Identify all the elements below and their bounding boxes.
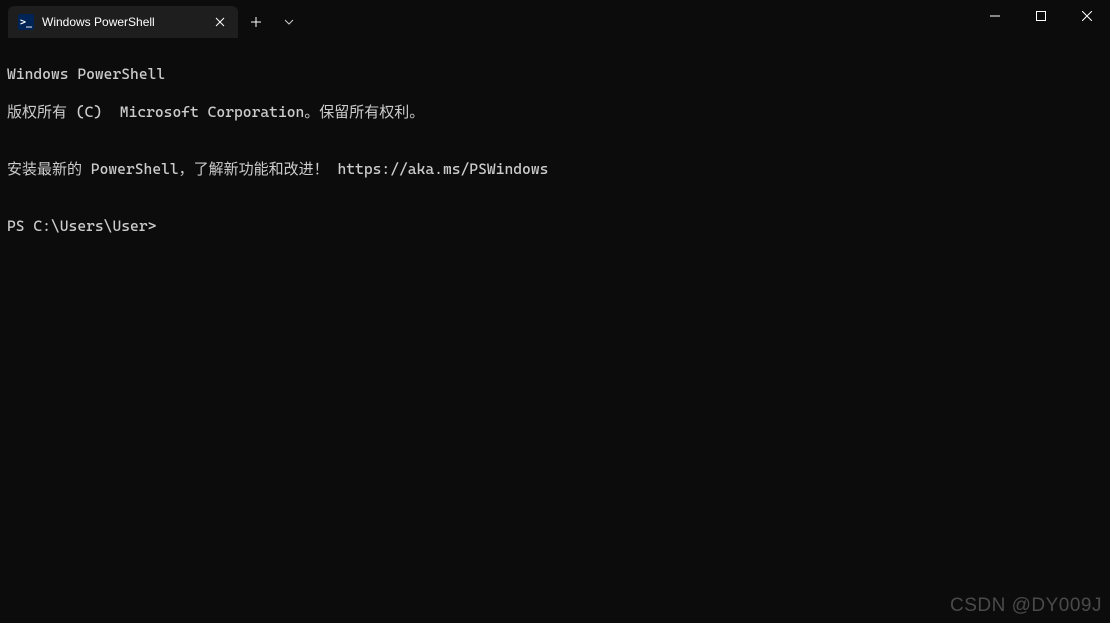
- tab-title: Windows PowerShell: [42, 15, 204, 29]
- new-tab-button[interactable]: [238, 6, 274, 38]
- minimize-button[interactable]: [972, 0, 1018, 32]
- powershell-icon: >_: [18, 14, 34, 30]
- terminal-line: 版权所有 (C) Microsoft Corporation。保留所有权利。: [7, 103, 1103, 122]
- maximize-button[interactable]: [1018, 0, 1064, 32]
- window-close-button[interactable]: [1064, 0, 1110, 32]
- close-icon: [1082, 11, 1092, 21]
- tab-close-button[interactable]: [212, 14, 228, 30]
- terminal-prompt: PS C:\Users\User>: [7, 217, 156, 235]
- maximize-icon: [1036, 11, 1046, 21]
- terminal-line: Windows PowerShell: [7, 65, 1103, 84]
- window-controls: [972, 0, 1110, 32]
- tabs-area: >_ Windows PowerShell: [0, 0, 304, 38]
- terminal-body[interactable]: Windows PowerShell 版权所有 (C) Microsoft Co…: [0, 38, 1110, 263]
- chevron-down-icon: [284, 19, 294, 25]
- tab-powershell[interactable]: >_ Windows PowerShell: [8, 6, 238, 38]
- minimize-icon: [990, 11, 1000, 21]
- terminal-prompt-line: PS C:\Users\User>: [7, 217, 1103, 236]
- watermark: CSDN @DY009J: [950, 595, 1102, 617]
- powershell-icon-glyph: >_: [20, 17, 32, 28]
- titlebar: >_ Windows PowerShell: [0, 0, 1110, 38]
- plus-icon: [251, 17, 261, 27]
- terminal-line: 安装最新的 PowerShell，了解新功能和改进！ https://aka.m…: [7, 160, 1103, 179]
- tab-dropdown-button[interactable]: [274, 6, 304, 38]
- close-icon: [215, 17, 225, 27]
